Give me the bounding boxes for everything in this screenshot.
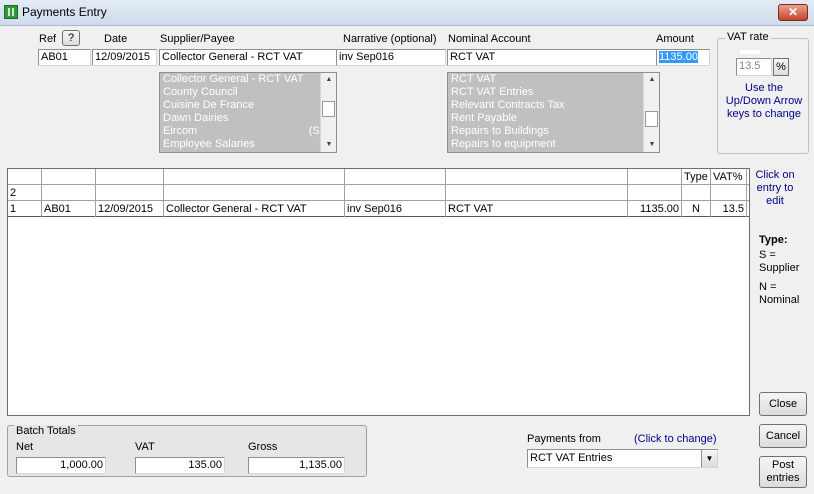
vat-percent-button[interactable]: % xyxy=(773,58,789,76)
supplier-list-item[interactable]: Cuisine De France xyxy=(160,99,336,112)
grid-header xyxy=(96,169,164,185)
grid-header xyxy=(446,169,628,185)
vat-rate-legend: VAT rate xyxy=(725,31,771,43)
grid-header xyxy=(164,169,345,185)
grid-header-type: Type xyxy=(682,169,711,185)
net-label: Net xyxy=(16,441,34,453)
ref-label: Ref xyxy=(39,33,57,45)
ref-help-button[interactable]: ? xyxy=(62,30,80,46)
gross-total-field: 1,135.00 xyxy=(248,457,345,474)
nominal-list-item[interactable]: RCT VAT Entries xyxy=(448,86,659,99)
date-input[interactable]: 12/09/2015 xyxy=(92,49,157,66)
grid-header xyxy=(8,169,42,185)
supplier-list-item[interactable]: Employee Salaries xyxy=(160,138,336,151)
vat-total-field: 135.00 xyxy=(135,457,225,474)
payments-from-value: RCT VAT Entries xyxy=(530,452,613,464)
batch-totals-legend: Batch Totals xyxy=(14,425,78,437)
nominal-input[interactable]: RCT VAT xyxy=(447,49,657,66)
nominal-list[interactable]: RCT VAT RCT VAT Entries Relevant Contrac… xyxy=(447,72,660,153)
grid-header xyxy=(345,169,446,185)
vat-rate-group: VAT rate 13.5 % Use the Up/Down Arrow ke… xyxy=(717,31,809,154)
nominal-list-item[interactable]: Repairs to Buildings xyxy=(448,125,659,138)
amount-label: Amount xyxy=(656,33,694,45)
supplier-list-scrollbar[interactable]: ▲ ▼ xyxy=(320,73,336,152)
supplier-list-item[interactable]: Eircom(Sup xyxy=(160,125,336,138)
chevron-down-icon[interactable]: ▼ xyxy=(701,450,717,467)
close-button[interactable]: Close xyxy=(759,392,807,416)
payments-from-label: Payments from xyxy=(527,433,601,445)
post-entries-button[interactable]: Post entries xyxy=(759,456,807,488)
supplier-list-item[interactable]: Dawn Dairies(S xyxy=(160,112,336,125)
amount-input[interactable]: 1135.00 xyxy=(656,49,710,66)
title-bar: Payments Entry ✕ xyxy=(0,0,814,26)
type-supplier-legend: S = Supplier xyxy=(759,249,800,274)
supplier-input[interactable]: Collector General - RCT VAT xyxy=(159,49,337,66)
scroll-down-arrow-icon[interactable]: ▼ xyxy=(321,138,336,152)
nominal-list-scrollbar[interactable]: ▲ ▼ xyxy=(643,73,659,152)
app-icon xyxy=(4,5,18,19)
nominal-label: Nominal Account xyxy=(448,33,531,45)
nominal-list-item[interactable]: Repairs to equipment xyxy=(448,138,659,151)
nominal-list-item[interactable]: RCT VAT xyxy=(448,73,659,86)
scroll-up-arrow-icon[interactable]: ▲ xyxy=(321,73,336,87)
scroll-thumb[interactable] xyxy=(322,101,335,117)
cancel-button[interactable]: Cancel xyxy=(759,424,807,448)
type-nominal-legend: N = Nominal xyxy=(759,281,800,306)
table-row[interactable]: 2 xyxy=(8,185,749,201)
vat-rate-hint: Use the Up/Down Arrow keys to change xyxy=(725,82,803,120)
grid-header xyxy=(42,169,96,185)
scroll-thumb[interactable] xyxy=(645,111,658,127)
grid-header xyxy=(628,169,682,185)
scroll-up-arrow-icon[interactable]: ▲ xyxy=(644,73,659,87)
net-total-field: 1,000.00 xyxy=(16,457,106,474)
nominal-list-item[interactable]: Rent Payable xyxy=(448,112,659,125)
supplier-label: Supplier/Payee xyxy=(160,33,235,45)
click-to-edit-hint: Click on entry to edit xyxy=(755,169,795,207)
payments-from-change-link[interactable]: (Click to change) xyxy=(634,433,717,445)
narrative-label: Narrative (optional) xyxy=(343,33,437,45)
amount-selected-text: 1135.00 xyxy=(659,51,698,63)
supplier-list-item[interactable]: County Council xyxy=(160,86,336,99)
window-close-button[interactable]: ✕ xyxy=(778,4,808,21)
narrative-input[interactable]: inv Sep016 xyxy=(336,49,446,66)
entries-grid[interactable]: Type VAT% 2 1 AB01 12/09/2015 Collector … xyxy=(7,168,750,416)
scroll-down-arrow-icon[interactable]: ▼ xyxy=(644,138,659,152)
ref-input[interactable]: AB01 xyxy=(38,49,91,66)
supplier-list-item[interactable]: Collector General - RCT VAT xyxy=(160,73,336,86)
grid-header-row: Type VAT% xyxy=(8,169,749,185)
vat-rate-input[interactable]: 13.5 xyxy=(736,58,772,76)
nominal-list-item[interactable]: Relevant Contracts Tax xyxy=(448,99,659,112)
table-row[interactable]: 1 AB01 12/09/2015 Collector General - RC… xyxy=(8,201,749,217)
vat-label: VAT xyxy=(135,441,155,453)
date-label: Date xyxy=(104,33,128,45)
type-heading: Type: xyxy=(759,234,788,246)
supplier-list[interactable]: Collector General - RCT VAT County Counc… xyxy=(159,72,337,153)
grid-header-vat: VAT% xyxy=(711,169,747,185)
gross-label: Gross xyxy=(248,441,278,453)
window-title: Payments Entry xyxy=(22,5,107,19)
batch-totals-group: Batch Totals Net VAT Gross 1,000.00 135.… xyxy=(7,425,367,477)
payments-from-select[interactable]: RCT VAT Entries ▼ xyxy=(527,449,718,468)
